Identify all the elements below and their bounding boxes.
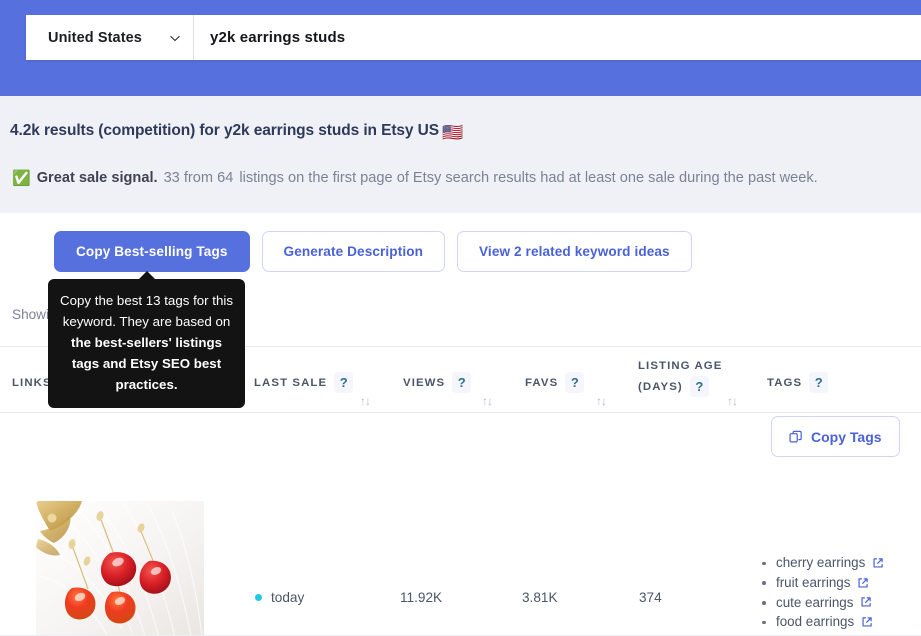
sort-last-sale-icon[interactable]: ↑↓	[360, 394, 371, 408]
country-select-label: United States	[48, 29, 142, 46]
external-link-icon[interactable]	[872, 557, 884, 569]
column-header-favs-label: FAVS	[525, 376, 559, 389]
sort-listing-age-icon[interactable]: ↑↓	[727, 394, 738, 408]
external-link-icon[interactable]	[861, 616, 873, 628]
copy-icon	[789, 430, 803, 444]
tooltip-normal-text: Copy the best 13 tags for this keyword. …	[60, 293, 233, 329]
keyword-search-input[interactable]: y2k earrings studs	[194, 15, 921, 60]
us-flag-icon: 🇺🇸	[442, 122, 464, 142]
column-header-listing-age: LISTING AGE (DAYS) ?	[638, 360, 722, 397]
sale-signal-strong: Great sale signal.	[36, 170, 158, 186]
column-header-listing-age-line1: LISTING AGE	[638, 360, 723, 372]
cell-views: 11.92K	[400, 590, 443, 605]
results-headline: 4.2k results (competition) for y2k earri…	[10, 122, 464, 142]
column-header-favs: FAVS ?	[525, 372, 585, 393]
keyword-search-value: y2k earrings studs	[210, 29, 346, 46]
listing-thumbnail[interactable]	[36, 501, 204, 636]
recent-sale-dot-icon	[255, 594, 262, 601]
column-header-views: VIEWS ?	[403, 372, 472, 393]
list-item: cute earrings	[762, 593, 884, 613]
tooltip-arrow	[137, 271, 156, 280]
top-navigation-bar: United States y2k earrings studs	[0, 0, 921, 96]
list-item: cherry earrings	[762, 553, 884, 573]
tag-label: cute earrings	[776, 594, 854, 610]
sale-signal-rest: listings on the first page of Etsy searc…	[239, 170, 818, 186]
tag-label: fruit earrings	[776, 574, 851, 590]
cell-last-sale: today	[255, 590, 304, 605]
listing-thumbnail-image	[36, 501, 204, 636]
column-header-tags-label: TAGS	[767, 376, 803, 389]
copy-tags-button-label: Copy Tags	[811, 428, 882, 445]
table-row: today 11.92K 3.81K 374 cherry earrings f…	[0, 413, 921, 636]
action-button-row: Copy Best-selling Tags Generate Descript…	[54, 231, 692, 272]
tag-label: food earrings	[776, 614, 855, 630]
external-link-icon[interactable]	[857, 577, 869, 589]
external-link-icon[interactable]	[860, 596, 872, 608]
summary-band: 4.2k results (competition) for y2k earri…	[0, 96, 921, 213]
column-header-views-label: VIEWS	[403, 376, 446, 389]
country-select[interactable]: United States	[26, 15, 194, 60]
copy-best-selling-tags-button[interactable]: Copy Best-selling Tags	[54, 231, 250, 272]
copy-tags-button[interactable]: Copy Tags	[771, 416, 900, 457]
column-header-links-label: LINKS	[12, 376, 52, 389]
sale-signal-count: 33 from 64	[163, 170, 234, 186]
check-mark-icon: ✅	[12, 170, 31, 187]
sale-signal-line: ✅ Great sale signal. 33 from 64 listings…	[12, 168, 818, 187]
copy-tags-tooltip: Copy the best 13 tags for this keyword. …	[48, 271, 245, 408]
sort-views-icon[interactable]: ↑↓	[482, 394, 493, 408]
column-header-listing-age-line2: (DAYS)	[638, 380, 683, 393]
column-header-tags: TAGS ?	[767, 372, 829, 393]
cell-listing-age: 374	[639, 590, 662, 605]
results-headline-text: 4.2k results (competition) for y2k earri…	[10, 122, 439, 139]
list-item: food earrings	[762, 612, 884, 632]
favs-help-icon[interactable]: ?	[565, 372, 585, 393]
sort-favs-icon[interactable]: ↑↓	[596, 394, 607, 408]
listing-age-help-icon[interactable]: ?	[689, 376, 709, 397]
search-bar: United States y2k earrings studs	[26, 15, 921, 60]
list-item: fruit earrings	[762, 573, 884, 593]
cell-favs: 3.81K	[522, 590, 558, 605]
view-related-keyword-ideas-button[interactable]: View 2 related keyword ideas	[457, 231, 692, 272]
cell-last-sale-value: today	[271, 590, 305, 605]
app-root: United States y2k earrings studs 4.2k re…	[0, 0, 921, 636]
tag-label: cherry earrings	[776, 555, 866, 570]
views-help-icon[interactable]: ?	[452, 372, 472, 393]
generate-description-button[interactable]: Generate Description	[261, 231, 446, 272]
tooltip-bold-text: the best-sellers' listings tags and Etsy…	[71, 335, 222, 392]
tags-help-icon[interactable]: ?	[809, 372, 829, 393]
chevron-down-icon	[170, 35, 180, 41]
column-header-last-sale-label: LAST SALE	[254, 376, 328, 389]
cell-tags-list: cherry earrings fruit earrings cute earr…	[762, 553, 884, 636]
last-sale-help-icon[interactable]: ?	[334, 372, 354, 393]
column-header-last-sale: LAST SALE ?	[254, 372, 354, 393]
